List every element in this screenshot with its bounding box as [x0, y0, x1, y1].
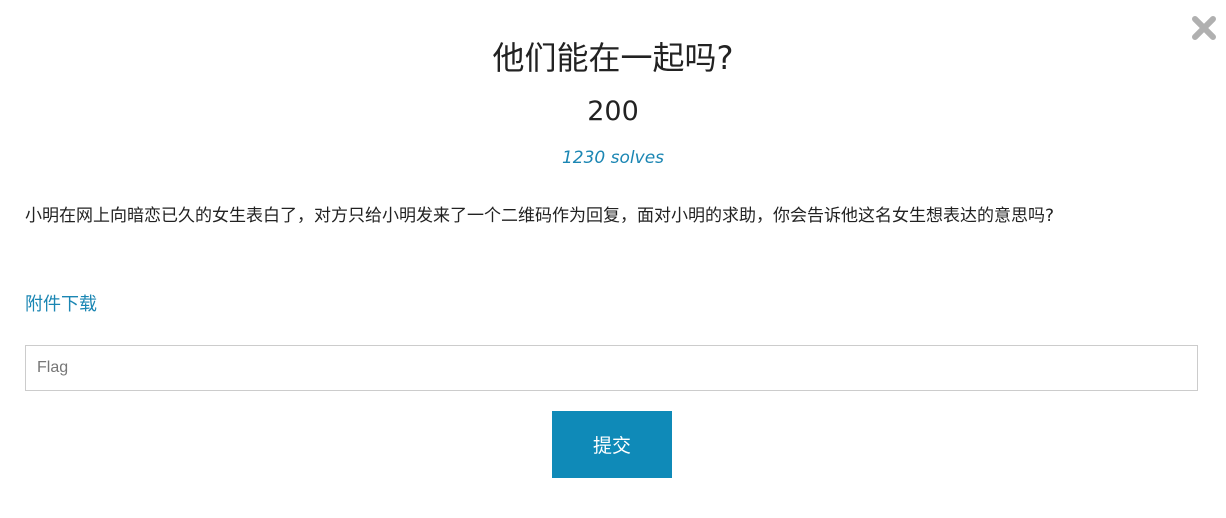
flag-input[interactable] [25, 345, 1198, 391]
challenge-title: 他们能在一起吗? [492, 39, 734, 77]
solves-count: 1230 solves [561, 148, 665, 168]
challenge-description: 小明在网上向暗恋已久的女生表白了，对方只给小明发来了一个二维码作为回复，面对小明… [25, 206, 1055, 226]
submit-button[interactable]: 提交 [552, 411, 672, 478]
challenge-points: 200 [587, 96, 639, 127]
challenge-modal: 他们能在一起吗? 200 1230 solves 小明在网上向暗恋已久的女生表白… [0, 0, 1226, 518]
attachment-download-link[interactable]: 附件下载 [25, 291, 97, 319]
